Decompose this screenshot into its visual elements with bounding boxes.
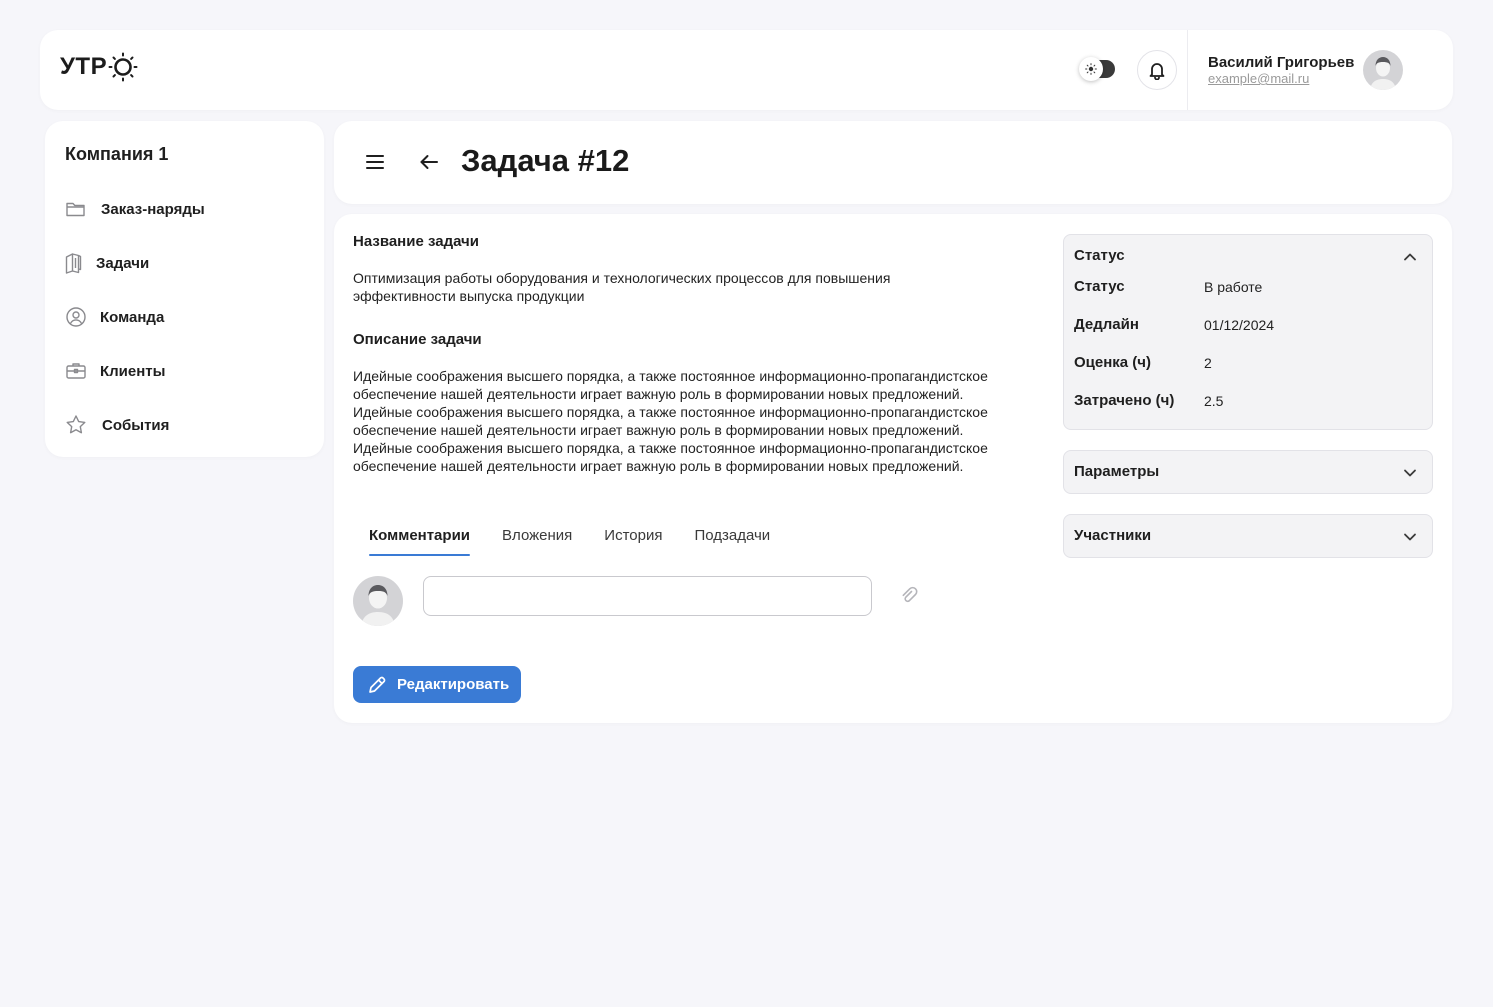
sidebar-item-label: Клиенты (100, 362, 166, 380)
sidebar-item-clients[interactable]: Клиенты (65, 358, 165, 384)
sidebar-item-label: События (102, 416, 170, 434)
status-panel-header[interactable]: Статус (1074, 247, 1125, 264)
sidebar-item-events[interactable]: События (65, 412, 169, 438)
user-circle-icon (65, 306, 87, 328)
comment-avatar (353, 576, 403, 626)
edit-button[interactable]: Редактировать (353, 666, 521, 703)
deadline-key: Дедлайн (1074, 316, 1139, 333)
sidebar-item-label: Заказ-наряды (101, 200, 205, 218)
deadline-value: 01/12/2024 (1204, 317, 1275, 333)
briefcase-icon (65, 360, 87, 382)
edit-button-label: Редактировать (397, 676, 510, 693)
status-key: Статус (1074, 278, 1125, 295)
folder-icon (65, 198, 87, 220)
header-divider (1187, 30, 1188, 110)
sidebar-item-team[interactable]: Команда (65, 304, 164, 330)
tab-comments[interactable]: Комментарии (353, 524, 486, 556)
status-value: В работе (1204, 279, 1263, 295)
top-header: УТР Василий Григорьев example@mail.ru (40, 30, 1453, 110)
user-name: Василий Григорьев (1208, 54, 1355, 71)
chevron-down-icon[interactable] (1402, 465, 1418, 481)
page-title: Задача #12 (461, 143, 630, 178)
params-panel[interactable]: Параметры (1063, 450, 1433, 494)
company-name: Компания 1 (65, 144, 169, 164)
spent-value: 2.5 (1204, 393, 1224, 409)
sun-logo-icon (108, 52, 138, 82)
sidebar-item-tasks[interactable]: Задачи (65, 250, 149, 276)
sun-icon (1079, 57, 1103, 81)
sidebar-item-orders[interactable]: Заказ-наряды (65, 196, 205, 222)
chevron-up-icon[interactable] (1402, 249, 1418, 265)
task-description-heading: Описание задачи (353, 331, 482, 348)
tasks-icon (65, 252, 82, 274)
estimate-key: Оценка (ч) (1074, 354, 1152, 371)
task-name-heading: Название задачи (353, 233, 479, 250)
status-panel: Статус Статус В работе Дедлайн 01/12/202… (1063, 234, 1433, 430)
participants-panel[interactable]: Участники (1063, 514, 1433, 558)
logo-text: УТР (60, 53, 108, 80)
notifications-button[interactable] (1137, 50, 1177, 90)
back-button[interactable] (418, 151, 440, 173)
paperclip-icon (902, 586, 918, 603)
user-avatar[interactable] (1363, 50, 1403, 90)
participants-panel-header[interactable]: Участники (1074, 527, 1151, 544)
page-titlebar: Задача #12 (334, 121, 1452, 204)
star-icon (65, 414, 87, 436)
sidebar-item-label: Задачи (96, 254, 150, 272)
task-name: Оптимизация работы оборудования и технол… (353, 270, 891, 304)
tab-history[interactable]: История (588, 524, 678, 556)
chevron-down-icon[interactable] (1402, 529, 1418, 545)
arrow-left-icon (420, 155, 438, 169)
comment-input[interactable] (423, 576, 872, 616)
bell-icon (1149, 63, 1165, 80)
task-tabs: Комментарии Вложения История Подзадачи (353, 524, 786, 556)
attach-button[interactable] (898, 584, 922, 608)
spent-key: Затрачено (ч) (1074, 392, 1175, 409)
theme-toggle[interactable] (1079, 57, 1115, 81)
tab-subtasks[interactable]: Подзадачи (678, 524, 786, 556)
sidebar: Компания 1 Заказ-наряды Задачи Команда К… (45, 121, 324, 457)
sidebar-item-label: Команда (100, 308, 165, 326)
pencil-icon (369, 676, 386, 693)
user-email-link[interactable]: example@mail.ru (1208, 71, 1309, 86)
menu-button[interactable] (364, 151, 386, 173)
task-details: Название задачи Оптимизация работы обору… (334, 214, 1452, 723)
hamburger-icon (366, 155, 384, 169)
estimate-value: 2 (1204, 355, 1212, 371)
logo[interactable]: УТР (60, 52, 138, 82)
task-description: Идейные соображения высшего порядка, а т… (353, 368, 988, 474)
params-panel-header[interactable]: Параметры (1074, 463, 1159, 480)
tab-attachments[interactable]: Вложения (486, 524, 588, 556)
